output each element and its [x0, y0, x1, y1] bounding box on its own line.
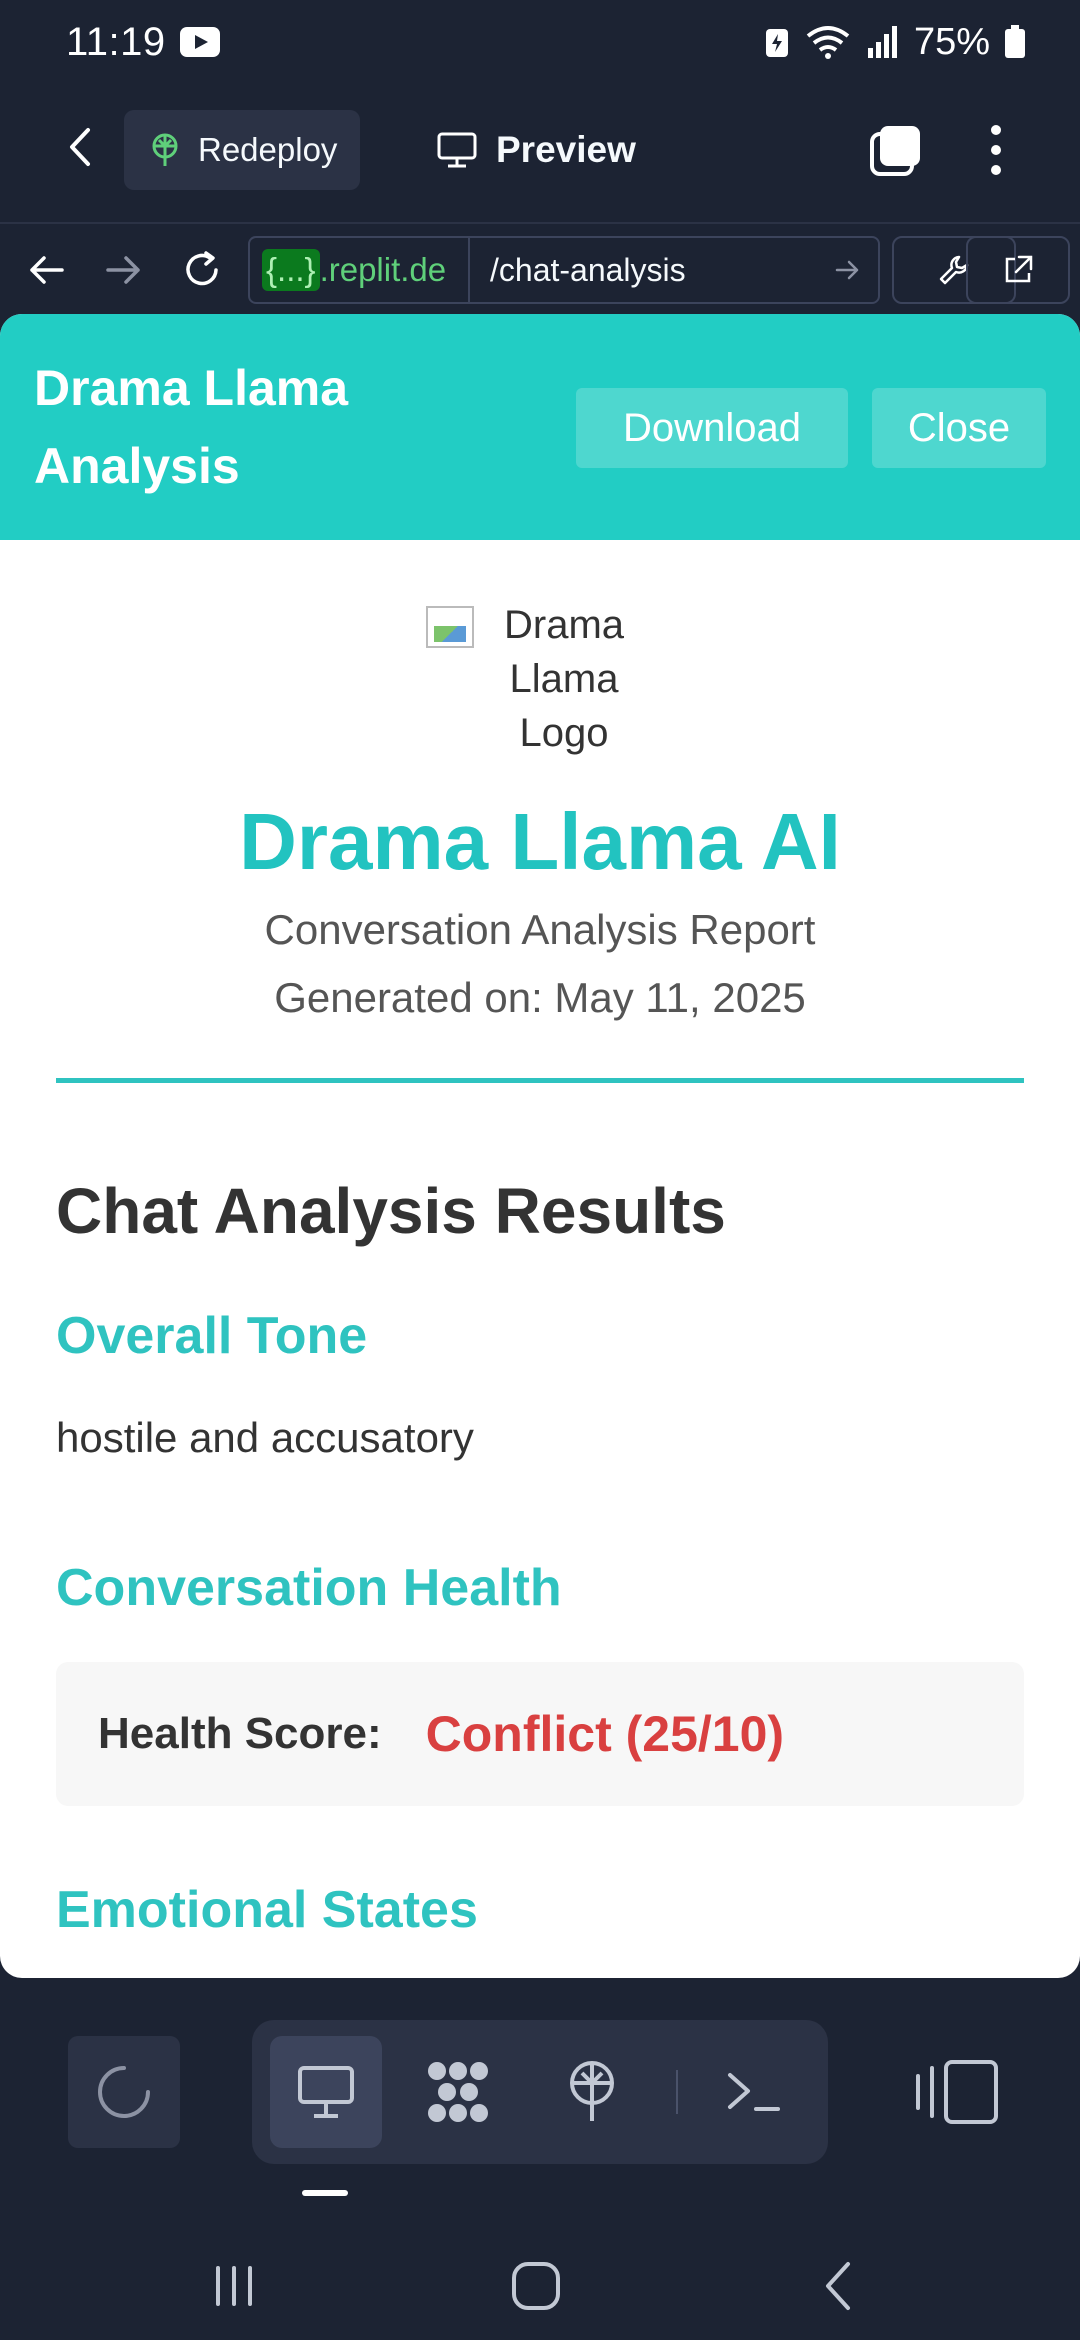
tool-preview[interactable] — [270, 2036, 382, 2148]
status-time: 11:19 — [66, 19, 166, 64]
url-domain: {...} .replit.de — [250, 238, 470, 302]
health-score-value: Conflict (25/10) — [425, 1706, 785, 1762]
report-subtitle: Conversation Analysis Report — [264, 906, 816, 953]
reload-icon[interactable] — [180, 248, 224, 292]
back-chevron-icon[interactable] — [56, 122, 106, 172]
back-arrow-icon[interactable] — [24, 248, 68, 292]
monitor-icon — [437, 132, 477, 168]
results-heading: Chat Analysis Results — [56, 1175, 726, 1247]
app-title: Drama Llama Analysis — [34, 360, 349, 494]
packages-icon — [428, 2062, 488, 2122]
url-path[interactable]: /chat-analysis — [470, 252, 818, 289]
tone-heading: Overall Tone — [56, 1307, 368, 1365]
open-external-button[interactable] — [966, 236, 1070, 304]
tone-value: hostile and accusatory — [56, 1414, 474, 1461]
redeploy-label: Redeploy — [198, 131, 338, 168]
android-nav-bar — [0, 2230, 1080, 2340]
preview-label: Preview — [496, 129, 636, 170]
tool-separator — [676, 2070, 678, 2114]
wifi-icon — [806, 26, 850, 59]
battery-icon — [1005, 25, 1025, 58]
battery-saver-icon — [765, 29, 788, 57]
tool-deploy[interactable] — [536, 2036, 648, 2148]
system-back-icon[interactable] — [812, 2258, 868, 2314]
battery-percent: 75% — [913, 20, 990, 63]
health-heading: Conversation Health — [56, 1559, 562, 1617]
health-score-card: Health Score: Conflict (25/10) — [56, 1662, 1024, 1806]
close-button[interactable]: Close — [872, 388, 1046, 468]
status-bar: 11:19 75% — [0, 0, 1080, 84]
url-bar[interactable]: {...} .replit.de /chat-analysis — [248, 236, 880, 304]
more-vertical-icon[interactable] — [976, 120, 1016, 180]
workspace-top-bar: Redeploy Preview — [0, 84, 1080, 214]
recents-icon[interactable] — [206, 2258, 262, 2314]
go-arrow-icon[interactable] — [833, 255, 863, 285]
signal-icon — [867, 26, 897, 58]
download-button[interactable]: Download — [576, 388, 848, 468]
report-title: Drama Llama AI — [239, 797, 841, 886]
section-divider — [56, 1078, 1024, 1083]
active-tab-indicator — [302, 2190, 348, 2196]
logo-image: Drama Llama Logo — [426, 598, 656, 760]
loading-spinner-icon — [98, 2066, 150, 2118]
health-score-label: Health Score: — [98, 1709, 382, 1758]
tool-group — [252, 2020, 828, 2164]
tool-packages[interactable] — [402, 2036, 514, 2148]
tool-shell[interactable] — [698, 2036, 810, 2148]
deploy-icon — [152, 133, 178, 166]
broken-image-icon — [426, 606, 474, 648]
generated-date: Generated on: May 11, 2025 — [274, 974, 806, 1021]
preview-webview: Drama Llama Analysis Download Close Dram… — [0, 314, 1080, 1978]
deploy-icon — [570, 2061, 614, 2121]
terminal-icon — [728, 2073, 780, 2111]
tab-preview[interactable]: Preview — [436, 110, 636, 190]
external-link-icon — [1005, 255, 1033, 283]
url-domain-chip: {...} — [262, 249, 320, 291]
tabs-icon[interactable] — [866, 120, 926, 180]
browser-bar: {...} .replit.de /chat-analysis — [0, 222, 1080, 314]
url-domain-text: .replit.de — [319, 251, 447, 288]
bottom-toolbar — [0, 2020, 1080, 2180]
panel-layout-icon[interactable] — [910, 2056, 1002, 2128]
redeploy-button[interactable]: Redeploy — [124, 110, 360, 190]
monitor-icon — [298, 2066, 354, 2118]
app-header: Drama Llama Analysis Download Close — [0, 314, 1080, 540]
youtube-icon — [179, 27, 220, 57]
emotional-heading: Emotional States — [56, 1881, 478, 1939]
forward-arrow-icon[interactable] — [102, 248, 146, 292]
home-icon[interactable] — [508, 2258, 564, 2314]
loading-button[interactable] — [68, 2036, 180, 2148]
